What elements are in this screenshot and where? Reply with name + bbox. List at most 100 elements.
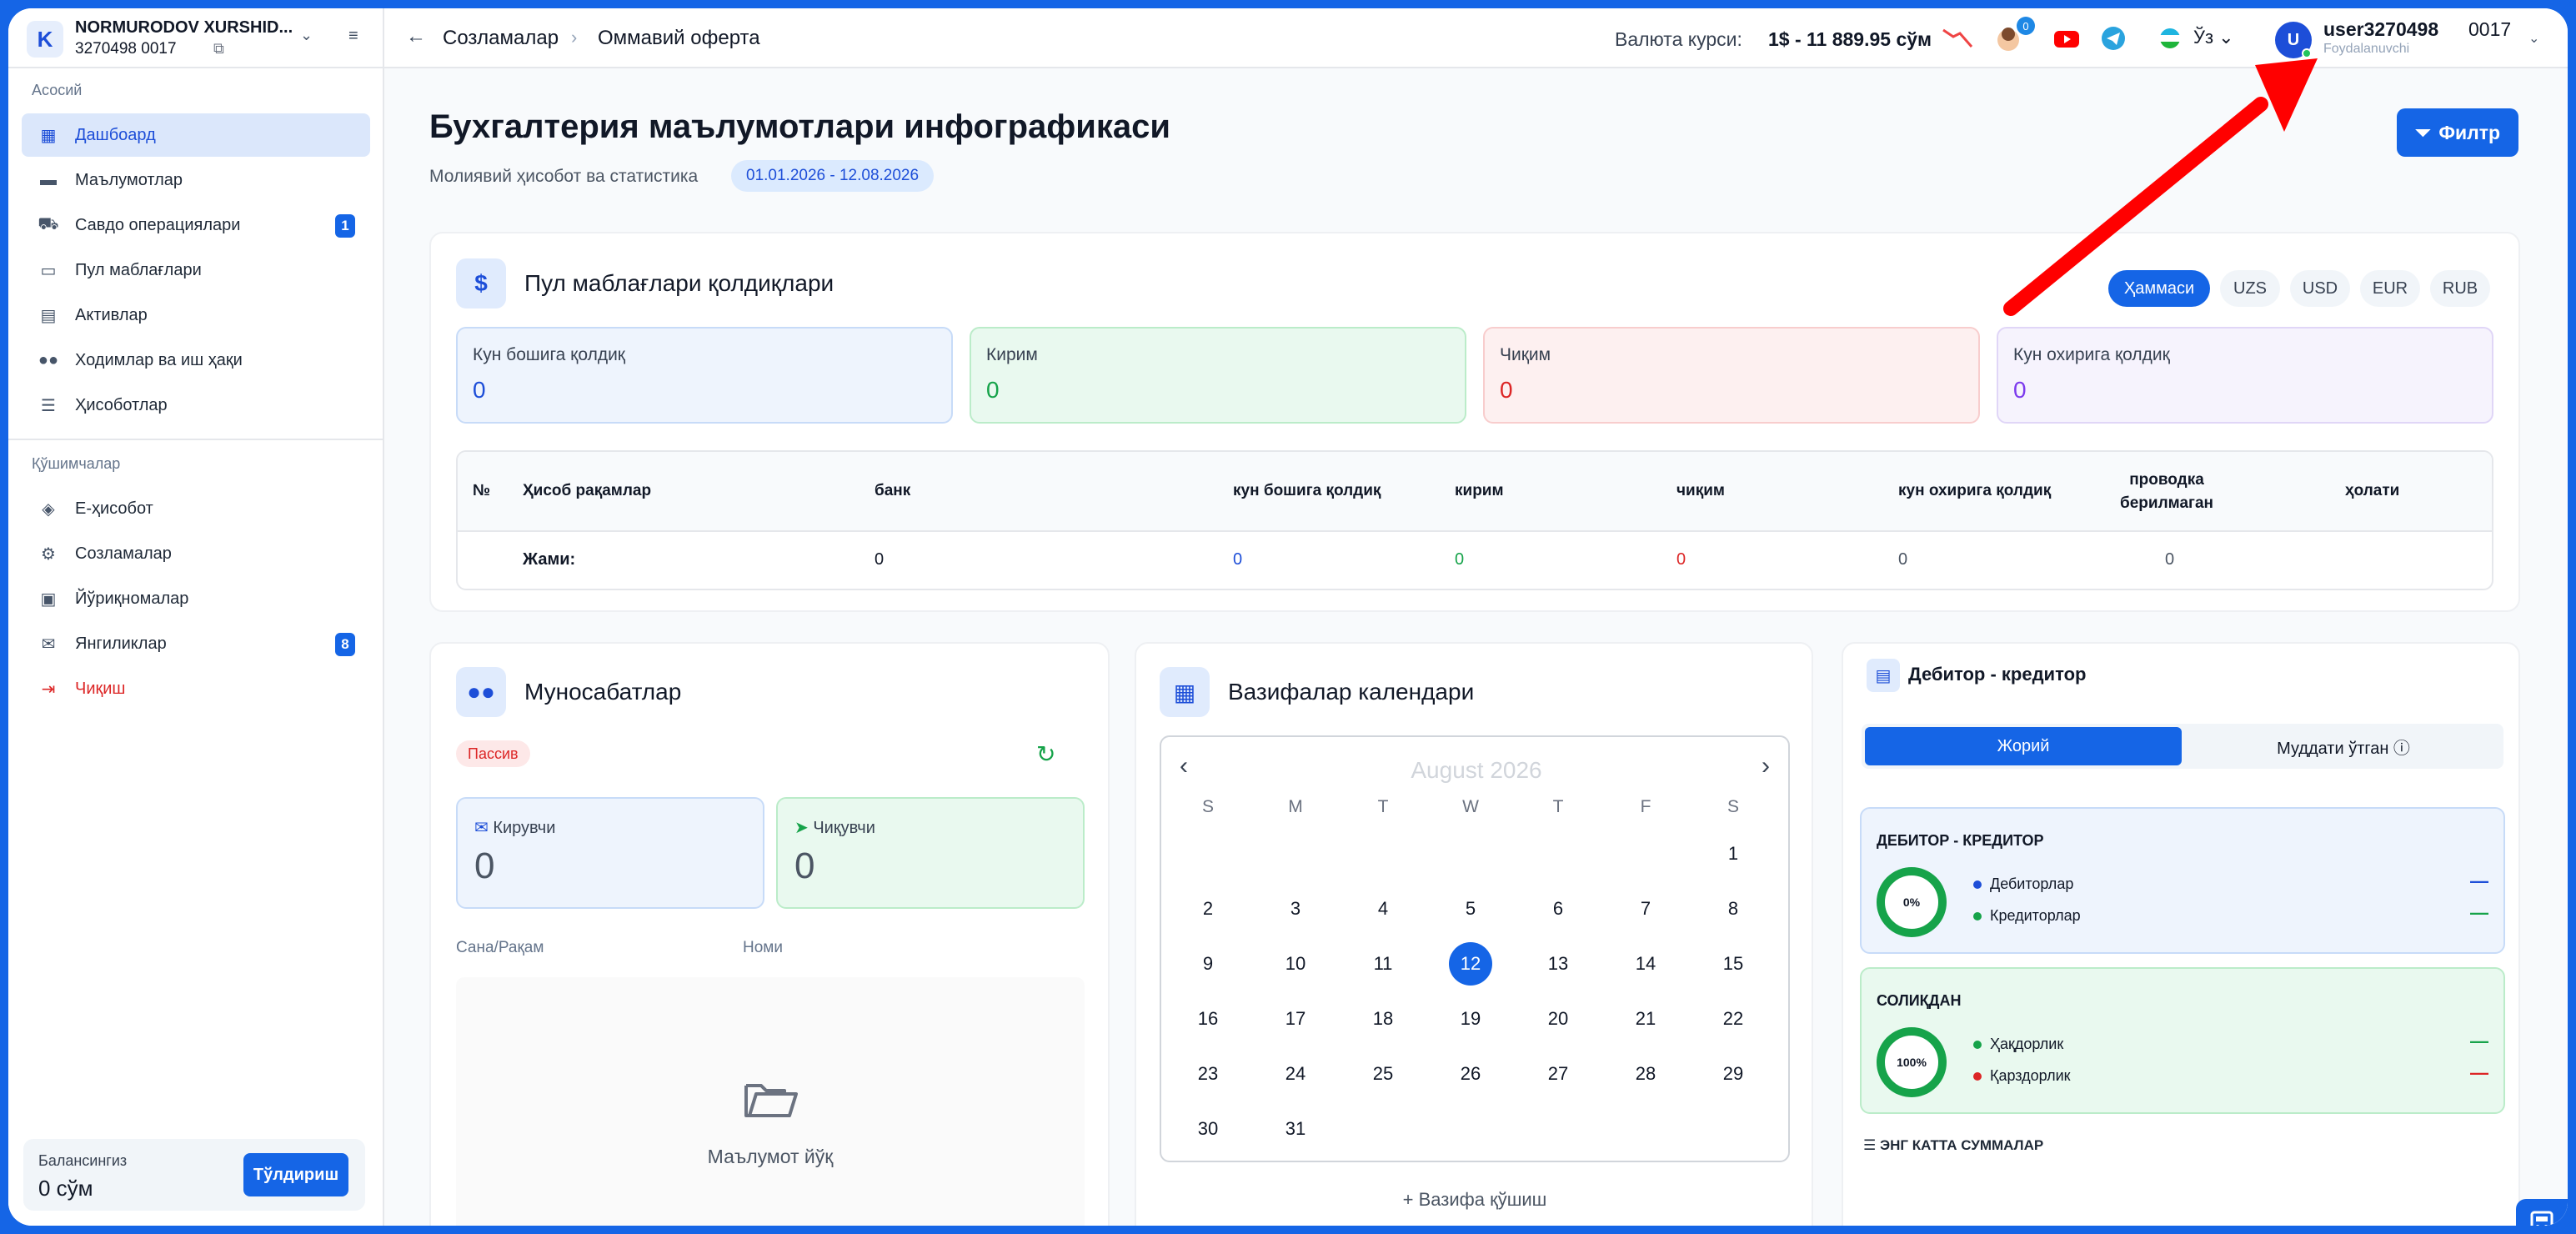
sidebar-item-cash[interactable]: ▭ Пул маблағлари — [22, 248, 370, 292]
weekday-label: F — [1640, 797, 1651, 816]
date-range-badge[interactable]: 01.01.2026 - 12.08.2026 — [731, 160, 935, 192]
calendar-day[interactable]: 3 — [1274, 887, 1317, 931]
card-title: Вазифалар календари — [1228, 679, 1475, 705]
youtube-icon[interactable] — [2052, 23, 2082, 53]
stat-label: Кун бошига қолдиқ — [473, 345, 625, 364]
sidebar-item-e-report[interactable]: ◈ Е-ҳисобот — [22, 487, 370, 530]
back-arrow-icon[interactable]: ← — [406, 25, 426, 48]
calendar-day[interactable]: 7 — [1624, 887, 1667, 931]
tab-all[interactable]: Ҳаммаси — [2108, 270, 2210, 307]
calendar-day[interactable]: 25 — [1361, 1052, 1405, 1096]
user-role: Foydalanuvchi — [2323, 42, 2410, 56]
calendar-day[interactable]: 6 — [1536, 887, 1580, 931]
org-id: 3270498 0017 — [75, 40, 177, 58]
legend-dot — [1973, 1040, 1982, 1049]
chevron-down-icon[interactable]: ⌄ — [300, 27, 313, 44]
calendar-day[interactable]: 1 — [1711, 832, 1755, 875]
collapse-sidebar-icon[interactable]: ≡ — [348, 27, 358, 46]
calendar-day[interactable]: 10 — [1274, 942, 1317, 986]
largest-sums-heading: ☰ ЭНГ КАТТА СУММАЛАР — [1863, 1137, 2043, 1154]
calendar-day[interactable]: 16 — [1186, 997, 1230, 1041]
weekday-label: S — [1727, 797, 1739, 816]
total-unposted: 0 — [2165, 550, 2175, 569]
calendar-day[interactable]: 20 — [1536, 997, 1580, 1041]
calendar-day[interactable]: 17 — [1274, 997, 1317, 1041]
calendar-day[interactable]: 18 — [1361, 997, 1405, 1041]
refresh-icon[interactable]: ↻ — [1036, 740, 1055, 768]
legend-dot — [1973, 880, 1982, 889]
tab-current[interactable]: Жорий — [1865, 727, 2182, 765]
stat-value: 0 — [473, 377, 486, 403]
total-opening: 0 — [1233, 550, 1243, 569]
calendar-day[interactable]: 28 — [1624, 1052, 1667, 1096]
sidebar-item-assets[interactable]: ▤ Активлар — [22, 293, 370, 337]
calendar-day[interactable]: 19 — [1449, 997, 1492, 1041]
tab-overdue[interactable]: Муддати ўтган ⓘ — [2187, 727, 2500, 765]
calendar-day-today[interactable]: 12 — [1449, 942, 1492, 986]
chevron-down-icon[interactable]: ⌄ — [2528, 30, 2539, 47]
calendar-day[interactable]: 5 — [1449, 887, 1492, 931]
calculator-button[interactable] — [2516, 1199, 2568, 1226]
uz-flag-icon[interactable] — [2155, 23, 2185, 53]
tab-rub[interactable]: RUB — [2430, 270, 2490, 307]
calendar-day[interactable]: 23 — [1186, 1052, 1230, 1096]
sidebar-item-dashboard[interactable]: ▦ Дашбоард — [22, 113, 370, 157]
calendar-day[interactable]: 26 — [1449, 1052, 1492, 1096]
sidebar-item-trade[interactable]: ⛟ Савдо операциялари 1 — [22, 203, 370, 247]
legend-dot — [1973, 911, 1982, 920]
calendar-day[interactable]: 21 — [1624, 997, 1667, 1041]
sidebar-item-staff[interactable]: ●● Ходимлар ва иш ҳақи — [22, 339, 370, 382]
legend-item: Қарздорлик — [1973, 1067, 2071, 1085]
legend-item: Ҳақдорлик — [1973, 1036, 2063, 1053]
col-header: чиқим — [1676, 482, 1725, 499]
incoming-box: ✉ Кирувчи 0 — [456, 797, 764, 909]
stat-value: 0 — [986, 377, 1000, 403]
sidebar-item-settings[interactable]: ⚙ Созламалар — [22, 532, 370, 575]
card-title: Пул маблағлари қолдиқлари — [524, 270, 834, 296]
top-up-button[interactable]: Тўлдириш — [243, 1153, 348, 1196]
stat-label: Кирим — [986, 345, 1038, 364]
calendar-day[interactable]: 8 — [1711, 887, 1755, 931]
language-selector[interactable]: Ўз ⌄ — [2193, 27, 2234, 48]
calendar-day[interactable]: 22 — [1711, 997, 1755, 1041]
box-header: ДЕБИТОР - КРЕДИТОР — [1877, 832, 2044, 849]
add-task-button[interactable]: + Вазифа қўшиш — [1136, 1189, 1813, 1211]
calendar-day[interactable]: 15 — [1711, 942, 1755, 986]
sidebar-item-data[interactable]: ▬ Маълумотлар — [22, 158, 370, 202]
calendar-day[interactable]: 29 — [1711, 1052, 1755, 1096]
calendar-day[interactable]: 4 — [1361, 887, 1405, 931]
total-closing: 0 — [1898, 550, 1908, 569]
username[interactable]: user3270498 — [2323, 18, 2438, 41]
chevron-right-icon[interactable]: › — [1762, 752, 1770, 780]
calendar-day[interactable]: 30 — [1186, 1107, 1230, 1151]
tab-uzs[interactable]: UZS — [2220, 270, 2280, 307]
sidebar-item-logout[interactable]: ⇥ Чиқиш — [22, 667, 370, 710]
breadcrumb-settings[interactable]: Созламалар — [443, 27, 559, 50]
org-switcher[interactable]: K NORMURODOV XURSHID... 3270498 0017 ⧉ ⌄… — [8, 8, 383, 68]
calendar-day[interactable]: 24 — [1274, 1052, 1317, 1096]
calendar-day[interactable]: 14 — [1624, 942, 1667, 986]
calendar-day[interactable]: 31 — [1274, 1107, 1317, 1151]
calendar-day[interactable]: 9 — [1186, 942, 1230, 986]
sidebar-item-label: Ходимлар ва иш ҳақи — [75, 350, 243, 369]
task-calendar-card: ▦ Вазифалар календари ‹ August 2026 › SM… — [1135, 642, 1813, 1226]
filter-button[interactable]: ⏷ Филтр — [2397, 108, 2518, 157]
calendar-day[interactable]: 13 — [1536, 942, 1580, 986]
tab-usd[interactable]: USD — [2290, 270, 2350, 307]
legend-item: Дебиторлар — [1973, 875, 2073, 893]
tab-eur[interactable]: EUR — [2360, 270, 2420, 307]
calendar-day[interactable]: 27 — [1536, 1052, 1580, 1096]
sidebar-item-guides[interactable]: ▣ Йўриқномалар — [22, 577, 370, 620]
calendar-day[interactable]: 11 — [1361, 942, 1405, 986]
calendar-day[interactable]: 2 — [1186, 887, 1230, 931]
trend-down-icon — [1942, 28, 1973, 48]
incoming-label: ✉ Кирувчи — [474, 817, 555, 838]
telegram-icon[interactable] — [2098, 23, 2128, 53]
mail-icon: ✉ — [474, 819, 489, 837]
sidebar-item-reports[interactable]: ☰ Ҳисоботлар — [22, 384, 370, 427]
copy-icon[interactable]: ⧉ — [213, 40, 224, 58]
legend-label: Ҳақдорлик — [1990, 1036, 2064, 1052]
settings-icon: ⚙ — [41, 544, 56, 564]
sidebar-item-news[interactable]: ✉ Янгиликлар 8 — [22, 622, 370, 665]
value-dash: — — [2470, 870, 2488, 891]
